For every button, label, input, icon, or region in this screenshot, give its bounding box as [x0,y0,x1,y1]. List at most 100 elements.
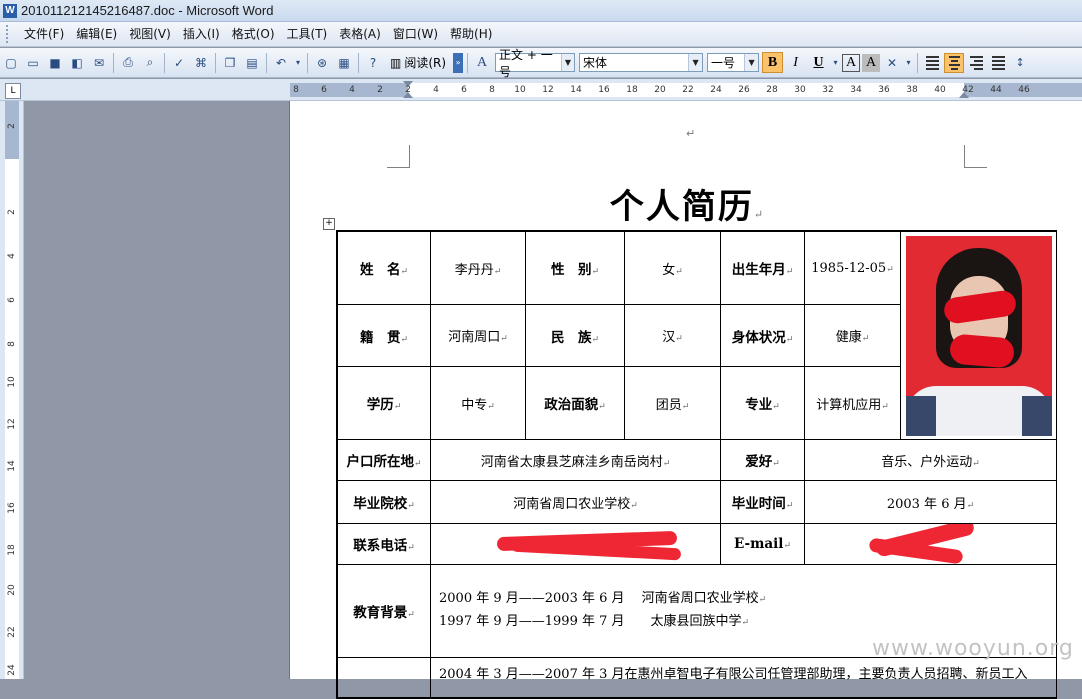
align-justify-icon[interactable] [922,53,942,73]
horizontal-ruler[interactable]: L 8 6 4 2 2 4 6 8 10 12 14 16 18 20 22 24 26 28 30 32 34 36 38… [0,79,1082,101]
email-icon[interactable]: ✉ [89,53,109,73]
graduation-value-cell[interactable]: 2003 年 6 月↵ [804,480,1057,524]
font-size-value: 一号 [711,56,736,70]
phone-label-cell[interactable]: 联系电话↵ [337,523,431,565]
style-select[interactable]: 正文 + 一号 ▼ [495,48,576,79]
toolbar-options-icon[interactable]: » [453,52,464,73]
word-app-icon: W [3,3,17,18]
character-border-button[interactable]: A [842,53,861,72]
menu-table[interactable]: 表格(A) [333,24,387,44]
spelling-icon[interactable]: ✓ [169,53,189,73]
ruler-tick-label: 40 [934,85,946,95]
ruler-tick-label: 28 [766,85,778,95]
undo-dropdown-icon[interactable]: ▾ [293,53,303,73]
vertical-ruler[interactable]: 2 2 4 6 8 10 12 14 16 18 20 22 24 [0,101,24,679]
school-label-cell[interactable]: 毕业院校↵ [337,480,431,524]
education-background-line: 2000 年 9 月——2003 年 6 月 河南省周口农业学校↵ [439,591,767,606]
document-title[interactable]: 个人简历↵ [290,179,1082,228]
align-right-icon[interactable] [966,53,986,73]
education-label-cell[interactable]: 学历↵ [337,366,431,440]
health-value-cell[interactable]: 健康↵ [804,304,901,367]
ruler-tick-label: 12 [7,418,17,430]
school-value-cell[interactable]: 河南省周口农业学校↵ [430,480,721,524]
menu-grip-icon [6,25,14,43]
new-document-icon[interactable]: ▢ [1,53,21,73]
major-label-cell[interactable]: 专业↵ [720,366,805,440]
character-shading-button[interactable]: A [862,53,881,72]
print-icon[interactable]: ⎙ [118,53,138,73]
research-icon[interactable]: ⌘ [191,53,211,73]
save-icon[interactable]: ■ [45,53,65,73]
underline-dropdown-icon[interactable]: ▾ [831,53,840,73]
political-value-cell[interactable]: 团员↵ [624,366,721,440]
hobby-value-cell[interactable]: 音乐、户外运动↵ [804,439,1057,481]
copy-icon[interactable]: ❐ [220,53,240,73]
toolbar-separator [467,52,469,73]
hobby-label-cell[interactable]: 爱好↵ [720,439,805,481]
native-value-cell[interactable]: 河南周口↵ [430,304,526,367]
birth-label-cell[interactable]: 出生年月↵ [720,231,805,305]
work-label-cell[interactable] [337,657,431,698]
ruler-tick-label: 20 [7,584,17,596]
underline-button[interactable]: U [808,52,829,73]
name-label-cell[interactable]: 姓 名↵ [337,231,431,305]
menu-edit[interactable]: 编辑(E) [70,24,123,44]
ruler-tick-label: 4 [7,253,17,259]
paste-icon[interactable]: ▤ [242,53,262,73]
italic-button[interactable]: I [785,52,806,73]
gender-label-cell[interactable]: 性 别↵ [525,231,625,305]
chevron-down-icon: ▼ [560,54,575,71]
email-value-cell[interactable] [804,523,1057,565]
hukou-value-cell[interactable]: 河南省太康县芝麻洼乡南岳岗村↵ [430,439,721,481]
native-label-cell[interactable]: 籍 贯↵ [337,304,431,367]
crop-mark-right [964,145,987,168]
distributed-align-icon[interactable] [988,53,1008,73]
insert-table-icon[interactable]: ▦ [334,53,354,73]
read-mode-button[interactable]: ▥ 阅读(R) [386,53,450,73]
undo-icon[interactable]: ↶ [271,53,291,73]
education-background-label-cell[interactable]: 教育背景↵ [337,564,431,658]
resume-table[interactable]: 姓 名↵ 李丹丹↵ 性 别↵ 女↵ 出生年月↵ 1985-12-05↵ 籍 贯↵… [336,230,1057,699]
styles-pane-icon[interactable]: A [472,53,492,73]
birth-value-cell[interactable]: 1985-12-05↵ [804,231,901,305]
tab-selector-icon[interactable]: L [5,83,21,99]
name-value-cell[interactable]: 李丹丹↵ [430,231,526,305]
phone-value-cell[interactable] [430,523,721,565]
menu-help[interactable]: 帮助(H) [444,24,498,44]
education-value-cell[interactable]: 中专↵ [430,366,526,440]
font-select[interactable]: 宋体 ▼ [579,53,704,72]
hyperlink-icon[interactable]: ⊛ [312,53,332,73]
font-size-select[interactable]: 一号 ▼ [707,53,760,72]
print-preview-icon[interactable]: ⌕ [140,53,160,73]
ruler-tick-label: 10 [514,85,526,95]
menu-window[interactable]: 窗口(W) [387,24,444,44]
permission-icon[interactable]: ◧ [67,53,87,73]
ruler-tick-label: 38 [906,85,918,95]
menu-format[interactable]: 格式(O) [226,24,281,44]
menu-file[interactable]: 文件(F) [18,24,70,44]
table-move-handle-icon[interactable]: + [323,218,335,230]
character-scaling-icon[interactable]: ✕ [882,53,902,73]
graduation-label-cell[interactable]: 毕业时间↵ [720,480,805,524]
help-icon[interactable]: ? [363,53,383,73]
work-experience-cell[interactable]: 2004 年 3 月——2007 年 3 月在惠州卓智电子有限公司任管理部助理，… [430,657,1057,698]
ethnic-value-cell[interactable]: 汉↵ [624,304,721,367]
email-label-cell[interactable]: E-mail↵ [720,523,805,565]
menu-view[interactable]: 视图(V) [123,24,177,44]
ethnic-label-cell[interactable]: 民 族↵ [525,304,625,367]
document-page[interactable]: ↵ 个人简历↵ + 姓 名↵ 李丹丹↵ 性 别↵ 女↵ 出生年月↵ 1985-1… [289,101,1082,699]
menu-insert[interactable]: 插入(I) [177,24,226,44]
hukou-label-cell[interactable]: 户口所在地↵ [337,439,431,481]
align-center-icon[interactable] [944,52,965,73]
bold-button[interactable]: B [762,52,784,73]
gender-value-cell[interactable]: 女↵ [624,231,721,305]
major-value-cell[interactable]: 计算机应用↵ [804,366,901,440]
open-folder-icon[interactable]: ▭ [23,53,43,73]
line-spacing-icon[interactable]: ↕ [1010,53,1030,73]
scaling-dropdown-icon[interactable]: ▾ [904,53,913,73]
chevron-down-icon: ▼ [744,54,759,71]
political-label-cell[interactable]: 政治面貌↵ [525,366,625,440]
health-label-cell[interactable]: 身体状况↵ [720,304,805,367]
menu-tools[interactable]: 工具(T) [281,24,334,44]
photo-cell[interactable] [900,231,1057,440]
